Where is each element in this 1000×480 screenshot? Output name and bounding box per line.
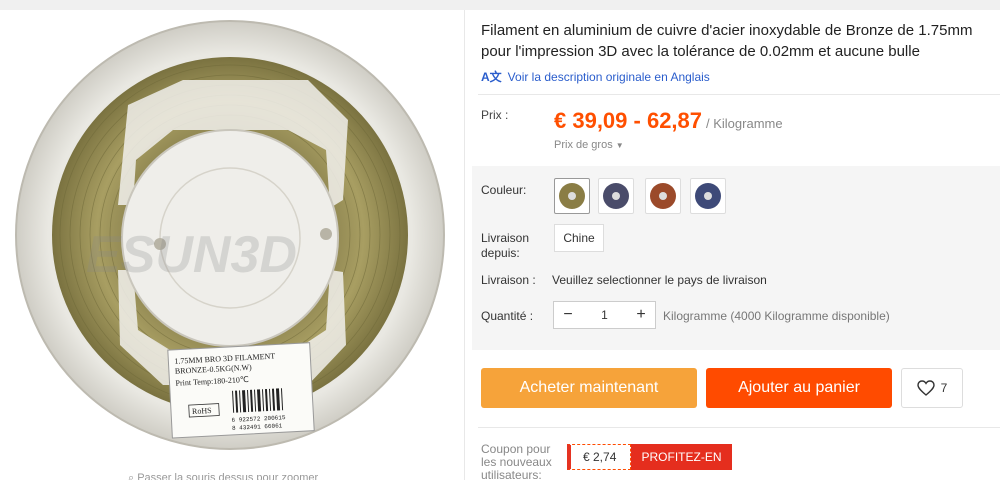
color-label: Couleur: bbox=[481, 183, 527, 197]
wishlist-button[interactable]: 7 bbox=[901, 368, 963, 408]
spool-label: 1.75MM BRO 3D FILAMENT BRONZE-0.5KG(N.W)… bbox=[167, 342, 315, 439]
magnifier-icon: ⌕ bbox=[128, 472, 138, 480]
zoom-hint: ⌕ Passer la souris dessus pour zoomer bbox=[128, 472, 318, 480]
product-page: ESUN3D 1.75MM BRO 3D FILAMENT BRONZE-0.5… bbox=[0, 0, 1000, 480]
spool-thumbnail bbox=[603, 183, 629, 209]
svg-text:ESUN3D: ESUN3D bbox=[86, 226, 297, 284]
color-swatch-bronze[interactable] bbox=[554, 178, 590, 214]
spool-thumbnail bbox=[695, 183, 721, 209]
shipping-label: Livraison : bbox=[481, 273, 536, 287]
color-swatch-4[interactable] bbox=[690, 178, 726, 214]
ship-from-option[interactable]: Chine bbox=[554, 224, 604, 252]
quantity-label: Quantité : bbox=[481, 309, 534, 323]
add-to-cart-button[interactable]: Ajouter au panier bbox=[706, 368, 892, 408]
translate-icon: A文 bbox=[481, 70, 502, 84]
ship-from-label: Livraison depuis: bbox=[481, 231, 530, 260]
heart-icon bbox=[916, 380, 935, 396]
product-title: Filament en aluminium de cuivre d'acier … bbox=[481, 22, 973, 60]
spool-thumbnail bbox=[559, 183, 585, 209]
spool-thumbnail bbox=[650, 183, 676, 209]
wishlist-count: 7 bbox=[940, 381, 948, 395]
price-unit: / Kilogramme bbox=[706, 116, 783, 131]
availability-text: Kilogramme (4000 Kilogramme disponible) bbox=[663, 309, 890, 323]
price-label: Prix : bbox=[481, 108, 509, 122]
wholesale-price-toggle[interactable]: Prix de gros ▼ bbox=[554, 139, 624, 151]
increase-button[interactable]: + bbox=[627, 302, 655, 328]
shipping-prompt[interactable]: Veuillez selectionner le pays de livrais… bbox=[552, 273, 767, 287]
wholesale-label: Prix de gros bbox=[554, 139, 613, 151]
divider bbox=[464, 10, 465, 480]
divider bbox=[478, 94, 1000, 95]
product-image[interactable]: ESUN3D 1.75MM BRO 3D FILAMENT BRONZE-0.5… bbox=[8, 10, 458, 460]
color-swatch-2[interactable] bbox=[598, 178, 634, 214]
top-strip bbox=[0, 0, 1000, 10]
translate-link[interactable]: A文 Voir la description originale en Angl… bbox=[481, 68, 710, 85]
price-value: € 39,09 - 62,87 bbox=[554, 108, 703, 133]
get-coupon-button[interactable]: PROFITEZ-EN bbox=[631, 444, 732, 470]
product-gallery: ESUN3D 1.75MM BRO 3D FILAMENT BRONZE-0.5… bbox=[0, 10, 464, 480]
buy-now-button[interactable]: Acheter maintenant bbox=[481, 368, 697, 408]
quantity-stepper: − 1 + bbox=[553, 301, 656, 329]
coupon-offer: € 2,74 PROFITEZ-EN bbox=[567, 444, 732, 470]
decrease-button[interactable]: − bbox=[554, 302, 582, 328]
coupon-label: Coupon pour les nouveaux utilisateurs: bbox=[481, 442, 552, 480]
quantity-input[interactable]: 1 bbox=[582, 308, 627, 322]
svg-text:RoHS: RoHS bbox=[192, 406, 212, 416]
caret-down-icon: ▼ bbox=[615, 141, 624, 150]
watermark: ESUN3D bbox=[86, 226, 297, 284]
translate-link-text[interactable]: Voir la description originale en Anglais bbox=[508, 70, 710, 84]
coupon-value: € 2,74 bbox=[567, 444, 631, 470]
color-swatch-3[interactable] bbox=[645, 178, 681, 214]
divider bbox=[478, 427, 1000, 428]
